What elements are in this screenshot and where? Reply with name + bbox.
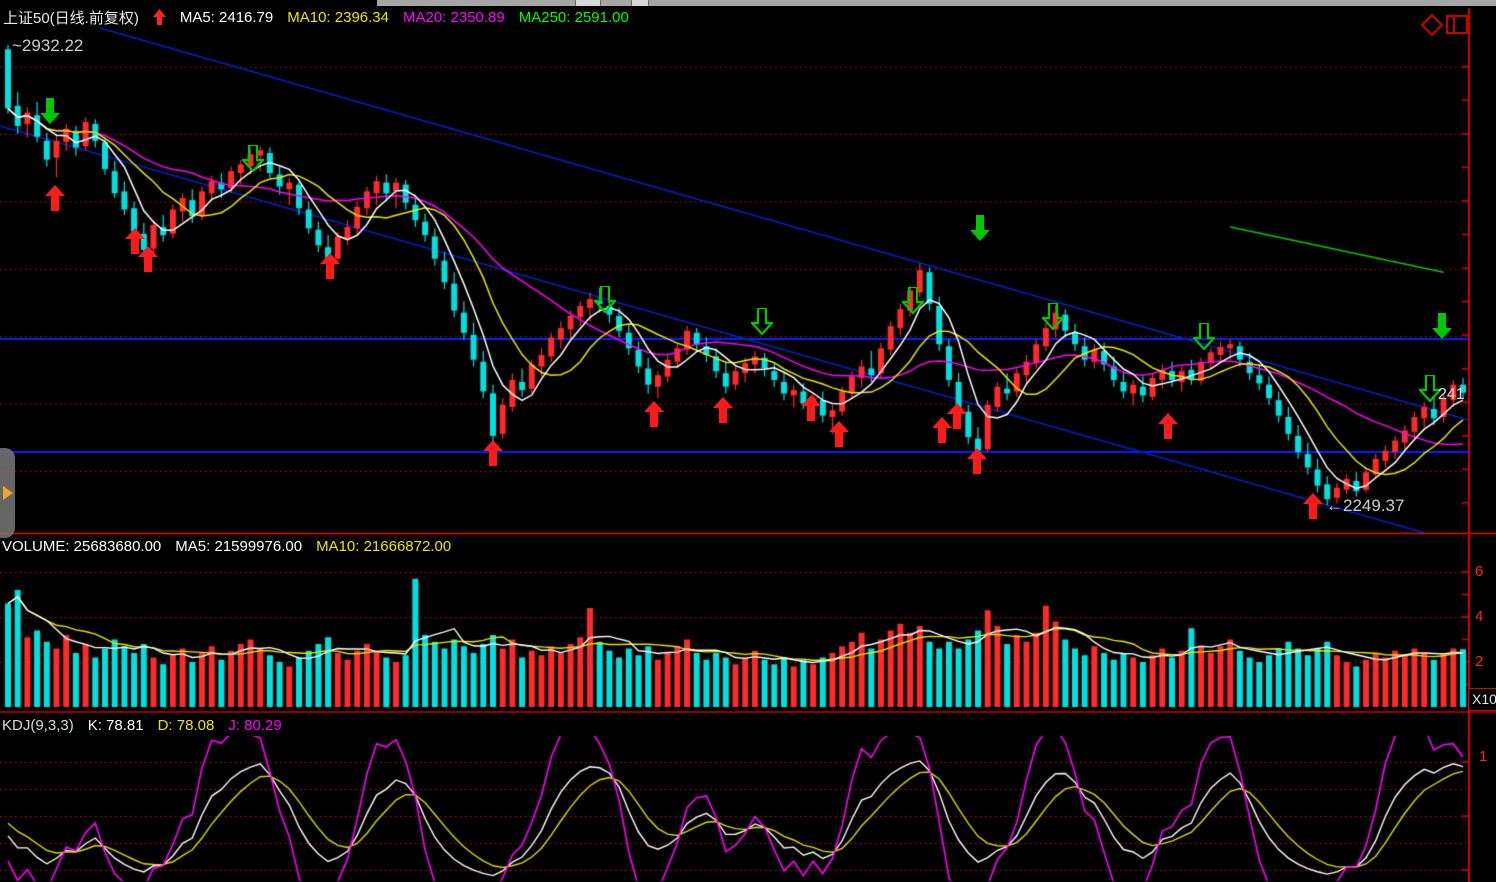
window-title-strip	[377, 0, 1496, 6]
side-panel-handle[interactable]	[0, 448, 15, 538]
buy-signal-arrow	[482, 440, 504, 467]
volume-header: VOLUME: 25683680.00 MA5: 21599976.00 MA1…	[2, 537, 451, 555]
stock-chart-window: { "window": { "top_strip": {"color": "#a…	[0, 0, 1496, 882]
low-price-label: ←2249.37	[1326, 496, 1404, 516]
volume-axis-label-6: 6	[1475, 563, 1483, 580]
ma5-legend: MA5: 2416.79	[180, 9, 273, 26]
buy-signal-arrow	[828, 421, 850, 448]
kdj-d-value: D: 78.08	[158, 717, 215, 734]
volume-ma10: MA10: 21666872.00	[316, 538, 451, 555]
last-price-tag: 241	[1438, 386, 1465, 404]
sell-signal-arrow	[39, 98, 61, 125]
sell-signal-arrow	[969, 215, 991, 242]
title-strip-notch	[631, 0, 649, 6]
volume-axis-label-2: 2	[1475, 653, 1483, 670]
kdj-axis-label: 1	[1479, 748, 1487, 765]
buy-signal-arrow	[966, 448, 988, 475]
main-chart-header: 上证50(日线.前复权) MA5: 2416.79 MA10: 2396.34 …	[3, 8, 629, 26]
kdj-j-value: J: 80.29	[228, 717, 281, 734]
kdj-title: KDJ(9,3,3)	[2, 717, 74, 734]
ma10-legend: MA10: 2396.34	[287, 9, 389, 26]
chart-title: 上证50(日线.前复权)	[3, 7, 139, 28]
buy-signal-arrow	[1157, 413, 1179, 440]
sell-signal-hollow-arrow	[1193, 323, 1215, 350]
chart-canvas[interactable]	[0, 0, 1496, 882]
buy-signal-arrow	[643, 401, 665, 428]
buy-signal-arrow	[319, 253, 341, 280]
volume-value: VOLUME: 25683680.00	[2, 538, 161, 555]
volume-unit-box: X10	[1468, 688, 1496, 711]
volume-ma5: MA5: 21599976.00	[175, 538, 302, 555]
title-strip-notch	[575, 0, 601, 6]
buy-signal-arrow	[137, 246, 159, 273]
expand-arrow-icon	[3, 486, 13, 500]
sell-signal-hollow-arrow	[242, 145, 264, 172]
buy-signal-arrow	[800, 395, 822, 422]
sell-signal-hollow-arrow	[594, 286, 616, 313]
buy-signal-arrow	[712, 397, 734, 424]
ma20-legend: MA20: 2350.89	[403, 9, 505, 26]
kdj-header: KDJ(9,3,3) K: 78.81 D: 78.08 J: 80.29	[2, 716, 282, 734]
buy-signal-arrow	[1302, 493, 1324, 520]
sell-signal-hollow-arrow	[902, 287, 924, 314]
volume-unit-label: X10	[1472, 691, 1496, 707]
sell-signal-arrow	[1431, 313, 1453, 340]
kdj-k-value: K: 78.81	[88, 717, 144, 734]
buy-signal-arrow	[946, 403, 968, 430]
high-price-label: ~2932.22	[12, 36, 83, 56]
split-panes-icon[interactable]	[1446, 15, 1468, 34]
up-arrow-icon	[153, 9, 166, 25]
sell-signal-hollow-arrow	[751, 308, 773, 335]
volume-axis-label-4: 4	[1475, 608, 1483, 625]
sell-signal-hollow-arrow	[1042, 303, 1064, 330]
ma250-legend: MA250: 2591.00	[519, 9, 629, 26]
buy-signal-arrow	[44, 185, 66, 212]
